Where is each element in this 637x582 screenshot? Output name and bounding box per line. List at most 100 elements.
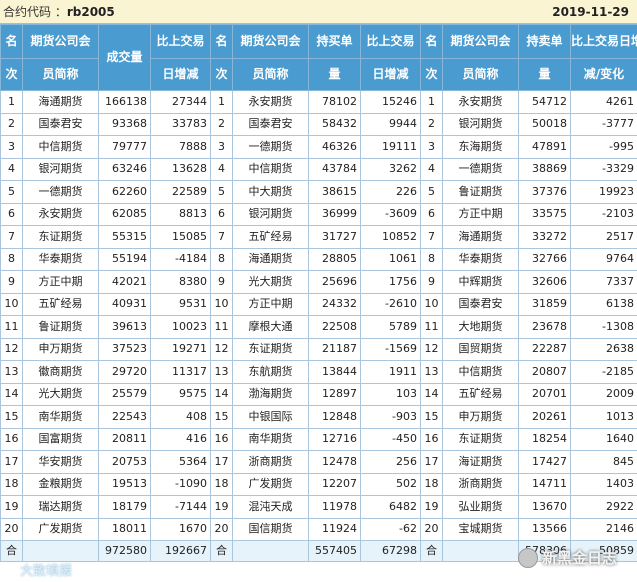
cell-member-1: 徽商期货 xyxy=(22,360,99,384)
cell-member-2: 一德期货 xyxy=(232,135,309,159)
col-volume-change: 比上交易 xyxy=(150,24,211,59)
cell-rank-1: 2 xyxy=(0,112,23,136)
wechat-icon xyxy=(517,548,538,568)
cell-long-qty: 12716 xyxy=(308,427,361,451)
cell-short-qty: 38869 xyxy=(518,157,571,181)
cell-rank-3: 12 xyxy=(420,337,443,361)
cell-volume-change: 22589 xyxy=(150,180,211,204)
cell-member-3: 大地期货 xyxy=(442,315,519,339)
cell-member-1: 五矿经易 xyxy=(22,292,99,316)
cell-volume: 20811 xyxy=(98,427,151,451)
cell-volume: 19513 xyxy=(98,472,151,496)
col-member-2b: 员简称 xyxy=(232,58,309,91)
col-rank-2: 名 xyxy=(210,24,233,59)
cell-member-3: 华泰期货 xyxy=(442,247,519,271)
cell-long-qty: 25696 xyxy=(308,270,361,294)
cell-long-change: -3609 xyxy=(360,202,421,226)
report-date: 2019-11-29 xyxy=(552,4,629,19)
cell-rank-3: 4 xyxy=(420,157,443,181)
cell-rank-2: 8 xyxy=(210,247,233,271)
col-member-3: 期货公司会 xyxy=(442,24,519,59)
contract-label: 合约代码 xyxy=(3,5,52,19)
cell-member-2: 混沌天成 xyxy=(232,495,309,519)
contract-code: rb2005 xyxy=(66,5,115,19)
col-member-2: 期货公司会 xyxy=(232,24,309,59)
cell-rank-1: 17 xyxy=(0,450,23,474)
cell-volume: 29720 xyxy=(98,360,151,384)
cell-member-3: 东证期货 xyxy=(442,427,519,451)
cell-member-1: 中信期货 xyxy=(22,135,99,159)
cell-volume-change: 7888 xyxy=(150,135,211,159)
cell-member-3: 方正中期 xyxy=(442,202,519,226)
cell-long-change: -2610 xyxy=(360,292,421,316)
cell-long-qty: 43784 xyxy=(308,157,361,181)
cell-member-2: 东航期货 xyxy=(232,360,309,384)
cell-rank-3: 1 xyxy=(420,90,443,114)
cell-volume-change: 33783 xyxy=(150,112,211,136)
futures-ranking-page: 合约代码 ：rb2005 2019-11-29 名 期货公司会 成交量 比上交易… xyxy=(0,0,637,582)
table-row: 8 华泰期货 55194 -4184 8 海通期货 28805 1061 8 华泰期货 32766 9… xyxy=(0,247,637,271)
cell-long-change: -903 xyxy=(360,405,421,429)
cell-short-qty: 14711 xyxy=(518,472,571,496)
table-row: 16 国富期货 20811 416 16 南华期货 12716 -450 16 东证期货 18254… xyxy=(0,427,637,451)
table-row: 2 国泰君安 93368 33783 2 国泰君安 58432 9944 2 银河期货 50018-… xyxy=(0,112,637,136)
table-row: 9 方正中期 42021 8380 9 光大期货 25696 1756 9 中辉期货 32606 73… xyxy=(0,270,637,294)
cell-rank-2: 18 xyxy=(210,472,233,496)
cell-short-change: 6138 xyxy=(570,292,637,316)
cell-member-3: 宝城期货 xyxy=(442,517,519,541)
cell-member-1: 鲁证期货 xyxy=(22,315,99,339)
cell-rank-1: 9 xyxy=(0,270,23,294)
watermark-right-text: 新黑金日志 xyxy=(541,548,617,567)
cell-volume-change: 27344 xyxy=(150,90,211,114)
cell-member-2: 中大期货 xyxy=(232,180,309,204)
cell-long-change: 15246 xyxy=(360,90,421,114)
cell-member-3: 浙商期货 xyxy=(442,472,519,496)
cell-rank-3: 5 xyxy=(420,180,443,204)
cell-rank-1: 7 xyxy=(0,225,23,249)
cell-long-qty: 46326 xyxy=(308,135,361,159)
cell-member-1: 东证期货 xyxy=(22,225,99,249)
cell-volume-change: 19271 xyxy=(150,337,211,361)
cell-member-1: 一德期货 xyxy=(22,180,99,204)
cell-volume-change: -4184 xyxy=(150,247,211,271)
cell-long-qty: 12478 xyxy=(308,450,361,474)
col-rank-3: 名 xyxy=(420,24,443,59)
cell-member-2: 永安期货 xyxy=(232,90,309,114)
cell-rank-1: 18 xyxy=(0,472,23,496)
table-row: 20 广发期货 18011 1670 20 国信期货 11924 -62 20 宝城期货 13566… xyxy=(0,517,637,541)
col-long-change-b: 日增减 xyxy=(360,58,421,91)
cell-member-1: 广发期货 xyxy=(22,517,99,541)
cell-long-change: 3262 xyxy=(360,157,421,181)
cell-rank-2: 17 xyxy=(210,450,233,474)
cell-short-qty: 32606 xyxy=(518,270,571,294)
cell-long-qty: 11924 xyxy=(308,517,361,541)
cell-volume: 55315 xyxy=(98,225,151,249)
cell-short-change: 2009 xyxy=(570,382,637,406)
cell-member-2: 南华期货 xyxy=(232,427,309,451)
cell-rank-2: 15 xyxy=(210,405,233,429)
cell-long-qty: 38615 xyxy=(308,180,361,204)
cell-rank-1: 10 xyxy=(0,292,23,316)
cell-long-change: -62 xyxy=(360,517,421,541)
cell-member-2: 浙商期货 xyxy=(232,450,309,474)
cell-member-1: 银河期货 xyxy=(22,157,99,181)
cell-member-3: 弘业期货 xyxy=(442,495,519,519)
cell-rank-3: 3 xyxy=(420,135,443,159)
cell-rank-2: 7 xyxy=(210,225,233,249)
cell-long-change: 5789 xyxy=(360,315,421,339)
cell-rank-1: 4 xyxy=(0,157,23,181)
cell-rank-2: 14 xyxy=(210,382,233,406)
cell-rank-1: 13 xyxy=(0,360,23,384)
cell-short-change: -3329 xyxy=(570,157,637,181)
cell-rank-2: 5 xyxy=(210,180,233,204)
cell-short-change: 2638 xyxy=(570,337,637,361)
cell-rank-1: 20 xyxy=(0,517,23,541)
cell-rank-3: 9 xyxy=(420,270,443,294)
table-row: 11 鲁证期货 39613 10023 11 摩根大通 22508 5789 11 大地期货 236… xyxy=(0,315,637,339)
cell-rank-1: 19 xyxy=(0,495,23,519)
cell-member-2: 中信期货 xyxy=(232,157,309,181)
cell-long-qty: 36999 xyxy=(308,202,361,226)
cell-short-change: -3777 xyxy=(570,112,637,136)
cell-short-change: 2517 xyxy=(570,225,637,249)
cell-volume: 18011 xyxy=(98,517,151,541)
